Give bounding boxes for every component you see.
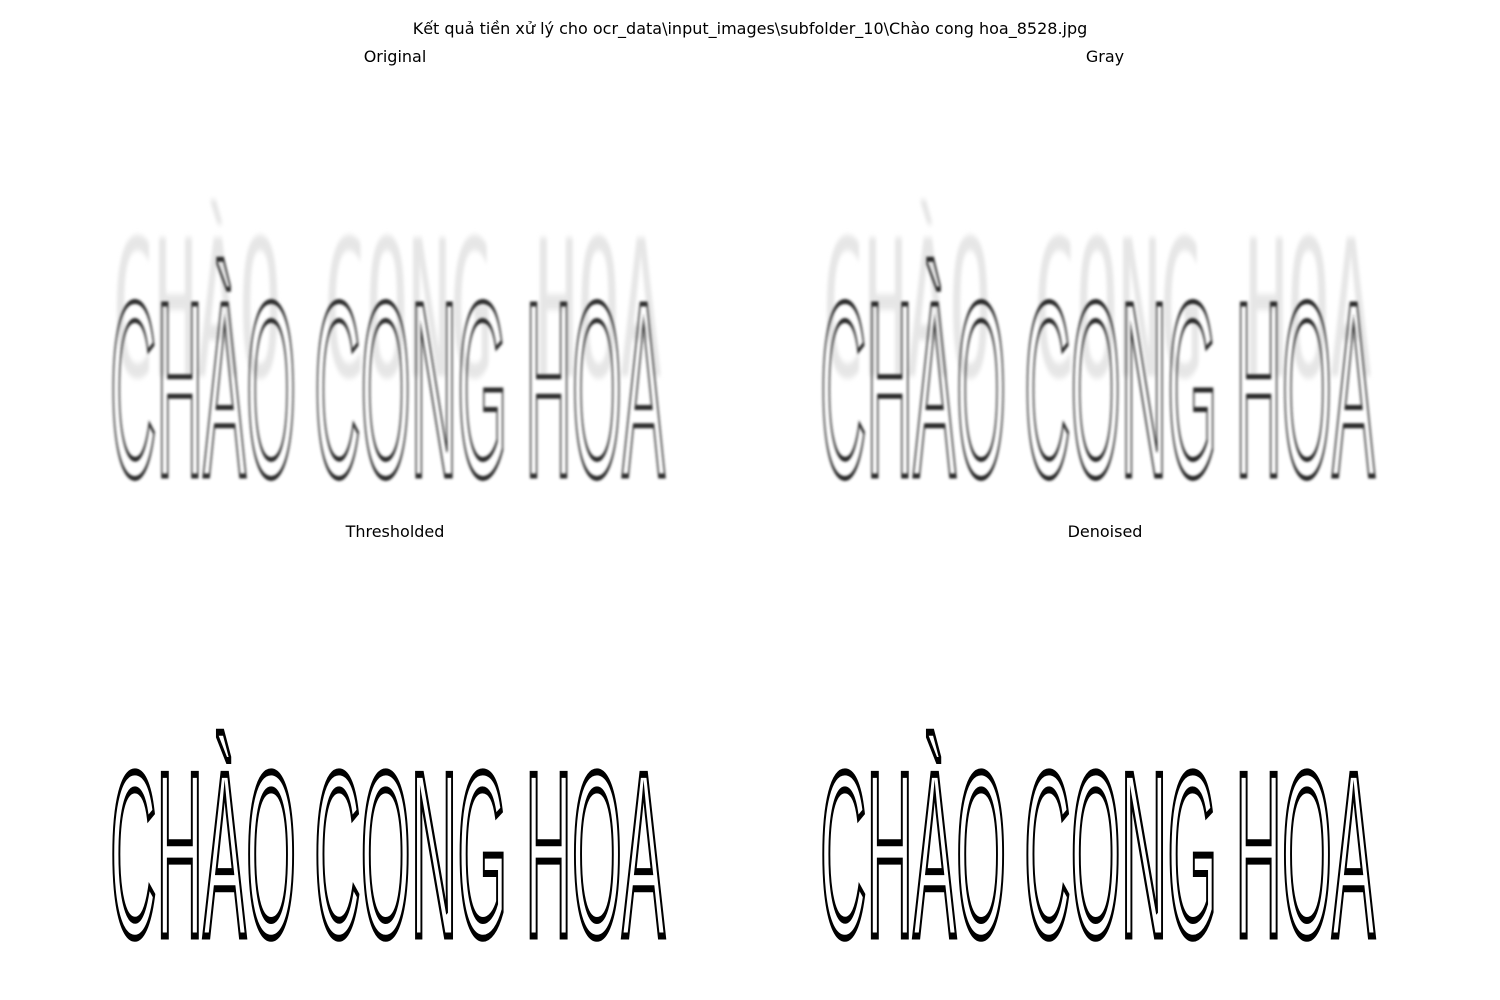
- figure-title: Kết quả tiền xử lý cho ocr_data\input_im…: [412, 19, 1088, 38]
- panel-title-denoised: Denoised: [1067, 522, 1143, 541]
- image-gray: CHÀO CONG HOA CHÀO CONG HOA: [810, 176, 1385, 516]
- panel-title-gray: Gray: [1085, 47, 1125, 66]
- panel-title-original: Original: [363, 47, 427, 66]
- panel-gray: Gray CHÀO CONG HOA CHÀO CONG HOA: [810, 46, 1400, 516]
- panel-thresholded: Thresholded CHÀO CONG HOA: [100, 521, 690, 961]
- image-thresholded: CHÀO CONG HOA: [100, 661, 675, 961]
- image-denoised: CHÀO CONG HOA: [810, 661, 1385, 961]
- panel-title-thresholded: Thresholded: [345, 522, 445, 541]
- panel-denoised: Denoised CHÀO CONG HOA: [810, 521, 1400, 961]
- image-text-thresholded: CHÀO CONG HOA: [110, 723, 665, 961]
- image-original: CHÀO CONG HOA CHÀO CONG HOA: [100, 176, 675, 516]
- image-text-gray: CHÀO CONG HOA: [820, 250, 1375, 516]
- panel-original: Original CHÀO CONG HOA CHÀO CONG HOA: [100, 46, 690, 516]
- image-text-original: CHÀO CONG HOA: [110, 250, 665, 516]
- image-text-denoised: CHÀO CONG HOA: [820, 723, 1375, 961]
